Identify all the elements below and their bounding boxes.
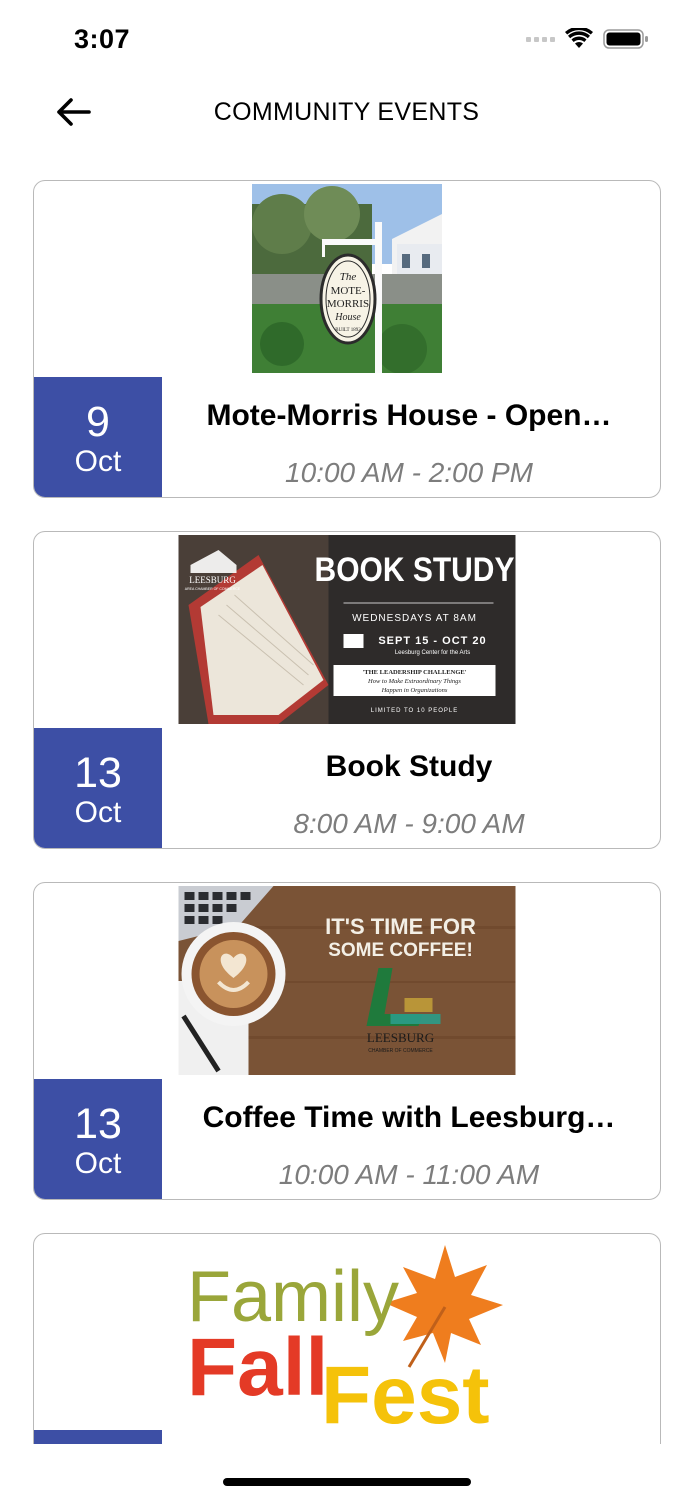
cellular-signal-icon [526,36,555,42]
date-badge [34,1430,162,1444]
event-card[interactable]: The MOTE- MORRIS House BUILT 1892 9 Oct … [33,180,661,498]
event-image: Family Fall Fest [187,1237,507,1426]
sign-text: BUILT 1892 [335,328,361,333]
flyer-headline: IT'S TIME FOR [325,914,476,939]
event-title: Book Study [325,750,493,783]
logo-text: LEESBURG [189,575,236,585]
date-day: 9 [86,398,110,446]
flyer-dates: SEPT 15 - OCT 20 [378,635,486,647]
flyer-limit: LIMITED TO 10 PEOPLE [371,708,458,714]
flyer-headline: BOOK STUDY [315,550,515,588]
event-title: Coffee Time with Leesburg… [202,1101,616,1134]
date-month: Oct [74,1147,122,1180]
nav-bar: COMMUNITY EVENTS [0,80,693,144]
flyer-book-title: 'THE LEADERSHIP CHALLENGE' [362,669,466,676]
date-day: 13 [74,749,122,797]
logo-subtext: AREA CHAMBER OF COMMERCE [185,587,241,591]
event-time: 10:00 AM - 2:00 PM [285,457,533,488]
home-indicator[interactable] [223,1478,471,1486]
event-card[interactable]: LEESBURG AREA CHAMBER OF COMMERCE BOOK S… [33,531,661,849]
date-badge: 13 Oct [34,1079,162,1199]
flyer-word: Fest [321,1350,490,1426]
event-title: Mote-Morris House - Open… [206,399,612,432]
sign-text: The [340,271,357,283]
battery-icon [603,29,648,49]
date-day: 13 [74,1100,122,1148]
flyer-venue: Leesburg Center for the Arts [395,650,470,656]
date-month: Oct [74,796,122,829]
flyer-headline: SOME COFFEE! [328,940,473,961]
date-month: Oct [74,445,122,478]
date-badge: 9 Oct [34,377,162,497]
status-bar: 3:07 [0,0,693,80]
logo-subtext: CHAMBER OF COMMERCE [368,1048,433,1054]
flyer-word: Fall [187,1322,328,1413]
logo-text: LEESBURG [367,1030,434,1045]
event-card[interactable]: Family Fall Fest [33,1233,661,1444]
status-icons [526,28,649,50]
wifi-icon [565,28,593,48]
page-title: COMMUNITY EVENTS [213,98,480,126]
date-badge: 13 Oct [34,728,162,848]
flyer-book-subtitle: How to Make Extraordinary Things [367,678,461,685]
event-list[interactable]: The MOTE- MORRIS House BUILT 1892 9 Oct … [33,180,661,1444]
flyer-schedule: WEDNESDAYS AT 8AM [352,613,477,624]
sign-text: MOTE- [331,285,366,297]
event-image: LEESBURG AREA CHAMBER OF COMMERCE BOOK S… [178,535,516,724]
event-image: The MOTE- MORRIS House BUILT 1892 [252,184,442,373]
event-image: IT'S TIME FOR SOME COFFEE! LEESBURG CHAM… [178,886,516,1075]
event-card[interactable]: IT'S TIME FOR SOME COFFEE! LEESBURG CHAM… [33,882,661,1200]
flyer-book-subtitle: Happen in Organizations [381,687,448,694]
status-time: 3:07 [74,24,131,54]
sign-text: House [334,312,361,323]
event-time: 8:00 AM - 9:00 AM [293,808,525,839]
sign-text: MORRIS [327,298,369,310]
event-time: 10:00 AM - 11:00 AM [278,1159,540,1190]
